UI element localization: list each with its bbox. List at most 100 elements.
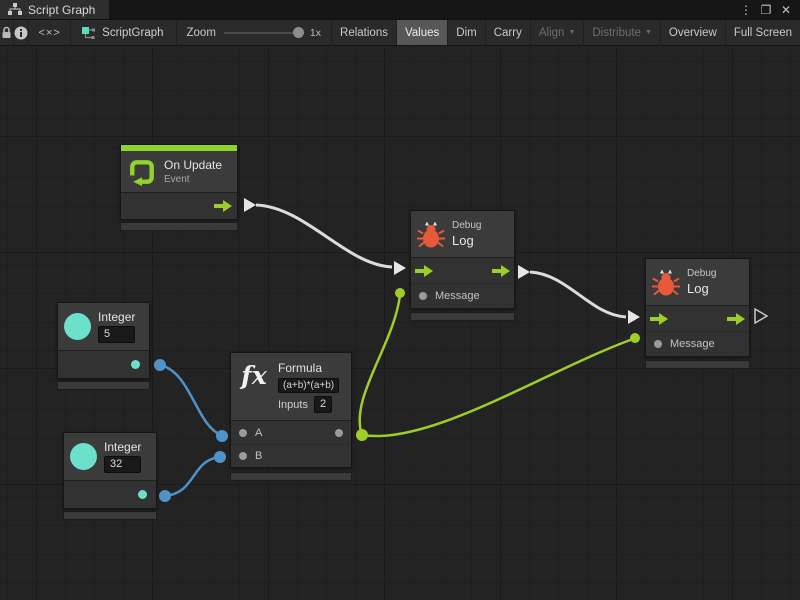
message-input-row[interactable]: Message (411, 283, 514, 308)
node-footer (645, 360, 750, 369)
info-icon (14, 26, 28, 40)
formula-a-connection-dot[interactable] (216, 430, 228, 442)
carry-button[interactable]: Carry (485, 20, 530, 45)
log2-message-connection-dot[interactable] (630, 333, 640, 343)
lock-button[interactable] (0, 20, 14, 45)
bug-icon (652, 269, 680, 296)
close-icon[interactable]: ✕ (778, 3, 794, 17)
formula-output-connection-dot[interactable] (356, 429, 368, 441)
flow-in-arrow-icon[interactable] (650, 313, 668, 325)
wire-formula-to-log2-message[interactable] (362, 339, 633, 436)
flow-out-arrow-icon[interactable] (492, 265, 510, 277)
node-header[interactable]: Debug Log (411, 211, 514, 258)
relations-button[interactable]: Relations (331, 20, 396, 45)
input-b-row[interactable]: B (231, 444, 351, 467)
tab-script-graph[interactable]: Script Graph (0, 0, 109, 19)
inputs-count-field[interactable]: 2 (314, 396, 332, 413)
code-icon: <×> (39, 27, 61, 39)
graph-toolbar: <×> ScriptGraph Zoom 1x Relations Values… (0, 20, 800, 46)
output-port-dot[interactable] (335, 429, 343, 437)
node-footer (410, 312, 515, 321)
graph-hierarchy-icon (8, 3, 22, 16)
node-debug-log-2[interactable]: Debug Log Message (645, 258, 750, 357)
flow-output-row[interactable] (121, 193, 237, 219)
formula-expression-field[interactable]: (a+b)*(a+b) (278, 378, 339, 393)
output-port-dot[interactable] (131, 360, 140, 369)
input-port-dot[interactable] (654, 340, 662, 348)
flow-out-arrow-log1[interactable] (518, 265, 530, 279)
port-label: Message (435, 290, 480, 302)
integer-value-field[interactable]: 32 (104, 456, 141, 473)
input-port-dot[interactable] (239, 452, 247, 460)
output-port-dot[interactable] (138, 490, 147, 499)
align-label: Align (539, 27, 565, 39)
info-button[interactable] (14, 20, 29, 45)
wire-onupdate-to-log1[interactable] (256, 205, 392, 267)
node-on-update[interactable]: On Update Event (120, 144, 238, 220)
message-input-row[interactable]: Message (646, 331, 749, 356)
output-row[interactable] (58, 351, 149, 378)
flow-out-arrow-onupdate[interactable] (244, 198, 256, 212)
lock-icon (0, 26, 13, 39)
flow-out-arrow-log2-unconnected[interactable] (755, 309, 767, 323)
input-port-dot[interactable] (419, 292, 427, 300)
overview-button[interactable]: Overview (660, 20, 725, 45)
wire-int32-to-formula-b[interactable] (165, 457, 219, 496)
node-header[interactable]: fx Formula (a+b)*(a+b) Inputs 2 (231, 353, 351, 421)
node-integer-5[interactable]: Integer 5 (57, 302, 150, 379)
node-title: Formula (278, 361, 339, 375)
port-label: A (255, 427, 262, 439)
breadcrumb-label: ScriptGraph (102, 27, 163, 39)
zoom-control: Zoom 1x (177, 27, 332, 39)
node-title: Log (452, 233, 481, 248)
flow-row[interactable] (646, 306, 749, 331)
integer-value-field[interactable]: 5 (98, 326, 135, 343)
zoom-slider[interactable] (224, 32, 302, 34)
edit-source-button[interactable]: <×> (29, 20, 71, 45)
fullscreen-button[interactable]: Full Screen (725, 20, 800, 45)
node-formula[interactable]: fx Formula (a+b)*(a+b) Inputs 2 A B (230, 352, 352, 468)
node-category: Debug (687, 268, 716, 279)
flow-row[interactable] (411, 258, 514, 283)
script-graph-icon (81, 26, 96, 40)
zoom-value: 1x (310, 27, 321, 39)
node-debug-log-1[interactable]: Debug Log Message (410, 210, 515, 309)
node-title: On Update (164, 158, 222, 172)
formula-b-connection-dot[interactable] (214, 451, 226, 463)
node-subtitle: Event (164, 174, 222, 185)
align-dropdown[interactable]: Align ▼ (530, 20, 584, 45)
flow-out-arrow-icon[interactable] (727, 313, 745, 325)
flow-in-arrow-log1[interactable] (394, 261, 406, 275)
dim-button[interactable]: Dim (447, 20, 484, 45)
node-header[interactable]: Integer 32 (64, 433, 156, 481)
distribute-dropdown[interactable]: Distribute ▼ (583, 20, 660, 45)
node-integer-32[interactable]: Integer 32 (63, 432, 157, 509)
output-row[interactable] (64, 481, 156, 508)
int32-output-connection-dot[interactable] (159, 490, 171, 502)
graph-canvas[interactable]: On Update Event (0, 46, 800, 600)
node-header[interactable]: Integer 5 (58, 303, 149, 351)
breadcrumb[interactable]: ScriptGraph (71, 20, 176, 45)
node-footer (63, 511, 157, 520)
values-button[interactable]: Values (396, 20, 447, 45)
menu-icon[interactable]: ⋮ (738, 3, 754, 17)
flow-in-arrow-icon[interactable] (415, 265, 433, 277)
flow-in-arrow-log2[interactable] (628, 310, 640, 324)
wire-int5-to-formula-a[interactable] (160, 365, 221, 435)
int5-output-connection-dot[interactable] (154, 359, 166, 371)
log1-message-connection-dot[interactable] (395, 288, 405, 298)
node-header[interactable]: On Update Event (121, 151, 237, 193)
chevron-down-icon: ▼ (568, 29, 575, 36)
node-header[interactable]: Debug Log (646, 259, 749, 306)
input-port-dot[interactable] (239, 429, 247, 437)
wire-log1-to-log2[interactable] (530, 272, 626, 317)
zoom-slider-handle[interactable] (293, 27, 304, 38)
port-label: Message (670, 338, 715, 350)
wire-formula-to-log1-message[interactable] (360, 295, 400, 435)
maximize-icon[interactable]: ❐ (758, 3, 774, 17)
port-label: B (255, 450, 262, 462)
inputs-label: Inputs (278, 399, 308, 411)
toolbar-toggle-group: Relations Values Dim Carry Align ▼ Distr… (331, 20, 800, 45)
input-a-row[interactable]: A (231, 421, 351, 444)
flow-arrow-icon[interactable] (214, 200, 232, 212)
